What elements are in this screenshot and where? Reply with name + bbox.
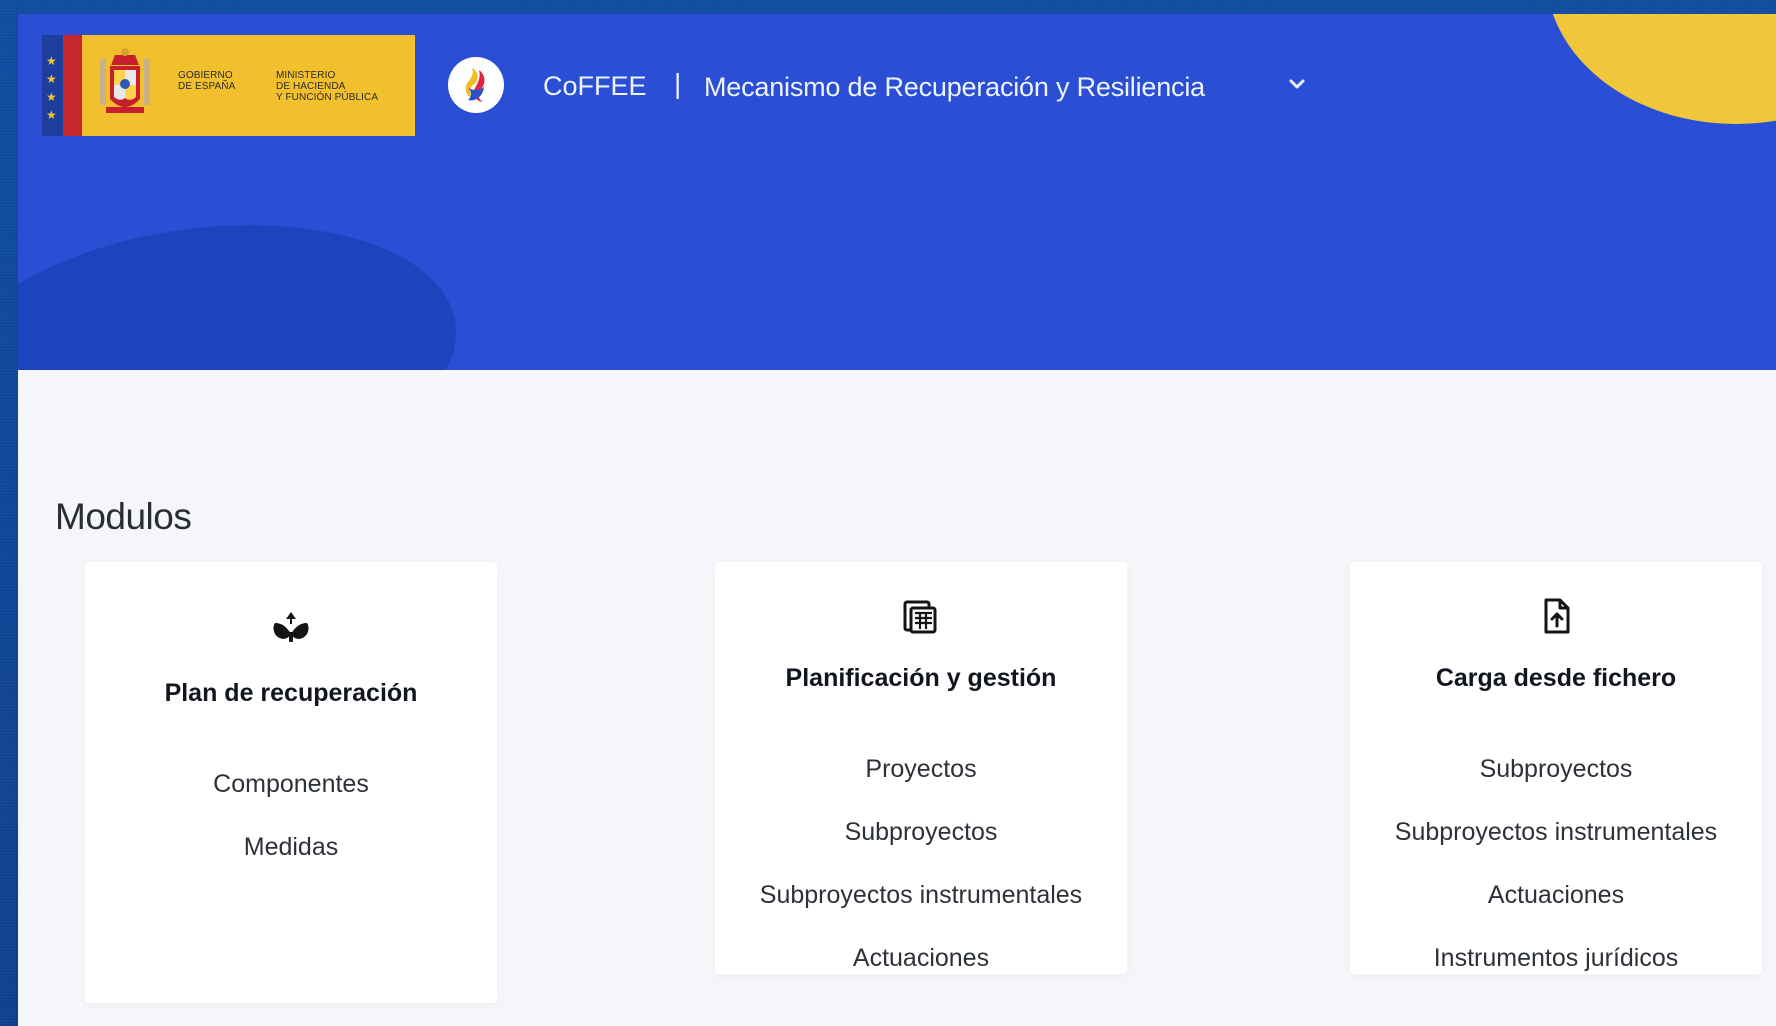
coat-of-arms-icon: [100, 48, 150, 113]
ministry-line-1: MINISTERIO: [276, 70, 336, 81]
brand-separator: |: [674, 68, 682, 99]
star-icon: ★: [46, 72, 57, 86]
link-subproyectos-instrumentales[interactable]: Subproyectos instrumentales: [715, 880, 1127, 910]
coffee-brand-icon[interactable]: [448, 57, 504, 113]
card-title: Carga desde fichero: [1435, 664, 1677, 692]
government-logo[interactable]: ★ ★ ★ ★ GOBIERNO DE ESPAÑA MINISTERIO DE…: [42, 35, 415, 136]
link-subproyectos-instrumentales[interactable]: Subproyectos instrumentales: [1350, 817, 1762, 847]
header-decoration-yellow: [1546, 14, 1776, 124]
ministry-line-3: Y FUNCIÓN PÚBLICA: [276, 92, 379, 103]
star-icon: ★: [46, 54, 57, 68]
link-subproyectos[interactable]: Subproyectos: [1350, 754, 1762, 784]
star-icon: ★: [46, 108, 57, 122]
government-text: GOBIERNO DE ESPAÑA: [178, 70, 235, 92]
module-card-carga-desde-fichero: Carga desde fichero Subproyectos Subproy…: [1350, 562, 1762, 974]
link-actuaciones[interactable]: Actuaciones: [1350, 880, 1762, 910]
government-line-1: GOBIERNO: [178, 70, 233, 81]
ministry-line-2: DE HACIENDA: [276, 81, 346, 92]
top-header: ★ ★ ★ ★ GOBIERNO DE ESPAÑA MINISTERIO DE…: [18, 14, 1776, 370]
main-content: Modulos Plan de recuperación Componentes…: [18, 370, 1776, 1026]
file-upload-icon: [1544, 598, 1570, 634]
flag-stripe: ★ ★ ★ ★: [42, 35, 82, 136]
application-title[interactable]: Mecanismo de Recuperación y Resiliencia: [704, 71, 1205, 103]
table-stack-icon: [903, 600, 937, 634]
section-title: Modulos: [55, 496, 192, 537]
card-title: Planificación y gestión: [785, 664, 1057, 692]
seedling-icon: [273, 612, 309, 642]
brand-name[interactable]: CoFFEE: [543, 70, 647, 102]
card-title: Plan de recuperación: [164, 679, 418, 707]
module-card-planificacion-gestion: Planificación y gestión Proyectos Subpro…: [715, 562, 1127, 974]
header-decoration-left: [18, 194, 474, 370]
chevron-down-icon[interactable]: [1286, 73, 1308, 95]
link-actuaciones[interactable]: Actuaciones: [715, 943, 1127, 973]
link-proyectos[interactable]: Proyectos: [715, 754, 1127, 784]
link-componentes[interactable]: Componentes: [85, 769, 497, 799]
government-line-2: DE ESPAÑA: [178, 81, 236, 92]
app-window: ★ ★ ★ ★ GOBIERNO DE ESPAÑA MINISTERIO DE…: [18, 14, 1776, 1026]
link-subproyectos[interactable]: Subproyectos: [715, 817, 1127, 847]
module-card-plan-recuperacion: Plan de recuperación Componentes Medidas: [85, 562, 497, 1003]
star-icon: ★: [46, 90, 57, 104]
logo-panel: GOBIERNO DE ESPAÑA MINISTERIO DE HACIEND…: [82, 35, 415, 136]
ministry-text: MINISTERIO DE HACIENDA Y FUNCIÓN PÚBLICA: [276, 70, 378, 103]
link-medidas[interactable]: Medidas: [85, 832, 497, 862]
link-instrumentos-juridicos[interactable]: Instrumentos jurídicos: [1350, 943, 1762, 973]
